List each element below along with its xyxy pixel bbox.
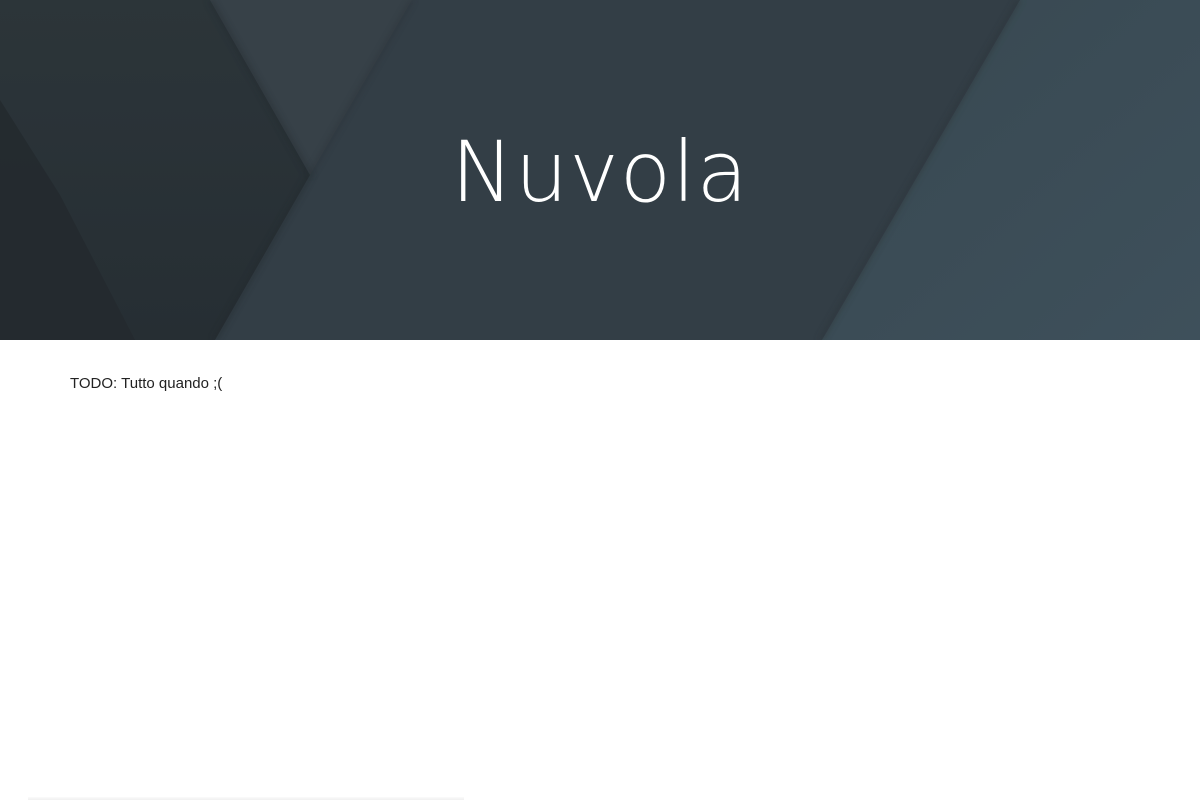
- hero-banner: Nuvola: [0, 0, 1200, 340]
- todo-text: TODO: Tutto quando ;(: [70, 375, 223, 392]
- site-title: Nuvola: [451, 123, 749, 221]
- main-content: TODO: Tutto quando ;(: [0, 340, 1200, 800]
